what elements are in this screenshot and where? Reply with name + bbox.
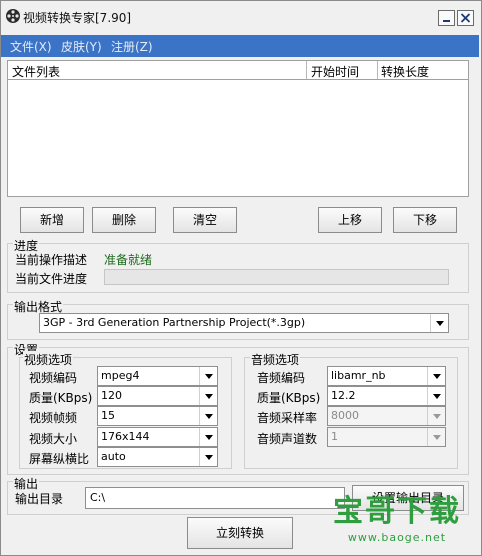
video-options-title: 视频选项 (23, 351, 74, 368)
column-start-time[interactable]: 开始时间 (311, 63, 359, 80)
video-size-label: 视频大小 (29, 432, 78, 446)
menu-skin[interactable]: 皮肤(Y) (61, 38, 102, 55)
channels-select: 1 (327, 427, 446, 447)
column-separator (377, 61, 378, 79)
audio-quality-label: 质量(KBps) (257, 391, 321, 405)
file-progress-bar (104, 269, 449, 285)
video-fps-select[interactable]: 15 (97, 406, 218, 426)
convert-now-button[interactable]: 立刻转换 (187, 517, 293, 549)
output-dir-value: C:\ (90, 491, 106, 504)
video-fps-value: 15 (101, 409, 115, 422)
channels-label: 音频声道数 (257, 432, 318, 446)
chevron-down-icon[interactable] (199, 407, 217, 425)
sample-rate-label: 音频采样率 (257, 411, 318, 425)
watermark-text: 宝哥下载 (333, 494, 461, 529)
chevron-down-icon (427, 428, 445, 446)
close-button[interactable] (457, 10, 474, 26)
main-window: 视频转换专家[7.90] 文件(X) 皮肤(Y) 注册(Z) 文件列表 开始时间… (0, 0, 482, 556)
audio-options-title: 音频选项 (250, 351, 301, 368)
chevron-down-icon[interactable] (199, 387, 217, 405)
add-button[interactable]: 新增 (20, 207, 84, 233)
window-title: 视频转换专家[7.90] (23, 11, 132, 25)
film-reel-icon (6, 9, 20, 23)
menu-bar: 文件(X) 皮肤(Y) 注册(Z) (1, 35, 479, 57)
chevron-down-icon[interactable] (430, 314, 448, 332)
chevron-down-icon[interactable] (199, 428, 217, 446)
video-size-select[interactable]: 176x144 (97, 427, 218, 447)
video-quality-value: 120 (101, 389, 122, 402)
chevron-down-icon (427, 407, 445, 425)
video-codec-select[interactable]: mpeg4 (97, 366, 218, 386)
output-dir-field[interactable]: C:\ (85, 487, 345, 509)
output-format-value: 3GP - 3rd Generation Partnership Project… (43, 316, 306, 329)
file-progress-label: 当前文件进度 (15, 272, 88, 286)
column-separator (306, 61, 307, 79)
sample-rate-select: 8000 (327, 406, 446, 426)
output-dir-label: 输出目录 (15, 492, 64, 506)
minimize-button[interactable] (438, 10, 455, 26)
minimize-icon (443, 20, 450, 22)
move-up-button[interactable]: 上移 (318, 207, 382, 233)
channels-value: 1 (331, 430, 338, 443)
video-quality-label: 质量(KBps) (29, 391, 93, 405)
delete-button[interactable]: 删除 (92, 207, 156, 233)
operation-status: 准备就绪 (104, 253, 153, 267)
video-codec-label: 视频编码 (29, 371, 78, 385)
close-icon (460, 13, 471, 23)
video-quality-select[interactable]: 120 (97, 386, 218, 406)
video-codec-value: mpeg4 (101, 369, 140, 382)
file-list-header: 文件列表 开始时间 转换长度 (8, 61, 468, 80)
audio-codec-label: 音频编码 (257, 371, 306, 385)
chevron-down-icon[interactable] (199, 367, 217, 385)
audio-codec-value: libamr_nb (331, 369, 386, 382)
aspect-ratio-value: auto (101, 450, 126, 463)
aspect-ratio-select[interactable]: auto (97, 447, 218, 467)
column-convert-length[interactable]: 转换长度 (381, 63, 429, 80)
menu-file[interactable]: 文件(X) (10, 38, 52, 55)
watermark-url: www.baoge.net (347, 531, 447, 544)
menu-register[interactable]: 注册(Z) (111, 38, 153, 55)
chevron-down-icon[interactable] (427, 387, 445, 405)
output-format-select[interactable]: 3GP - 3rd Generation Partnership Project… (39, 313, 449, 333)
video-fps-label: 视频帧频 (29, 411, 78, 425)
audio-quality-value: 12.2 (331, 389, 356, 402)
aspect-ratio-label: 屏幕纵横比 (29, 452, 90, 466)
audio-codec-select[interactable]: libamr_nb (327, 366, 446, 386)
clear-button[interactable]: 清空 (173, 207, 237, 233)
move-down-button[interactable]: 下移 (393, 207, 457, 233)
chevron-down-icon[interactable] (199, 448, 217, 466)
video-size-value: 176x144 (101, 430, 150, 443)
watermark: 宝哥下载 www.baoge.net (321, 491, 473, 553)
sample-rate-value: 8000 (331, 409, 359, 422)
file-list[interactable]: 文件列表 开始时间 转换长度 (7, 60, 469, 197)
operation-label: 当前操作描述 (15, 253, 88, 267)
column-file-list[interactable]: 文件列表 (12, 63, 60, 80)
audio-quality-select[interactable]: 12.2 (327, 386, 446, 406)
chevron-down-icon[interactable] (427, 367, 445, 385)
title-bar: 视频转换专家[7.90] (1, 1, 481, 31)
